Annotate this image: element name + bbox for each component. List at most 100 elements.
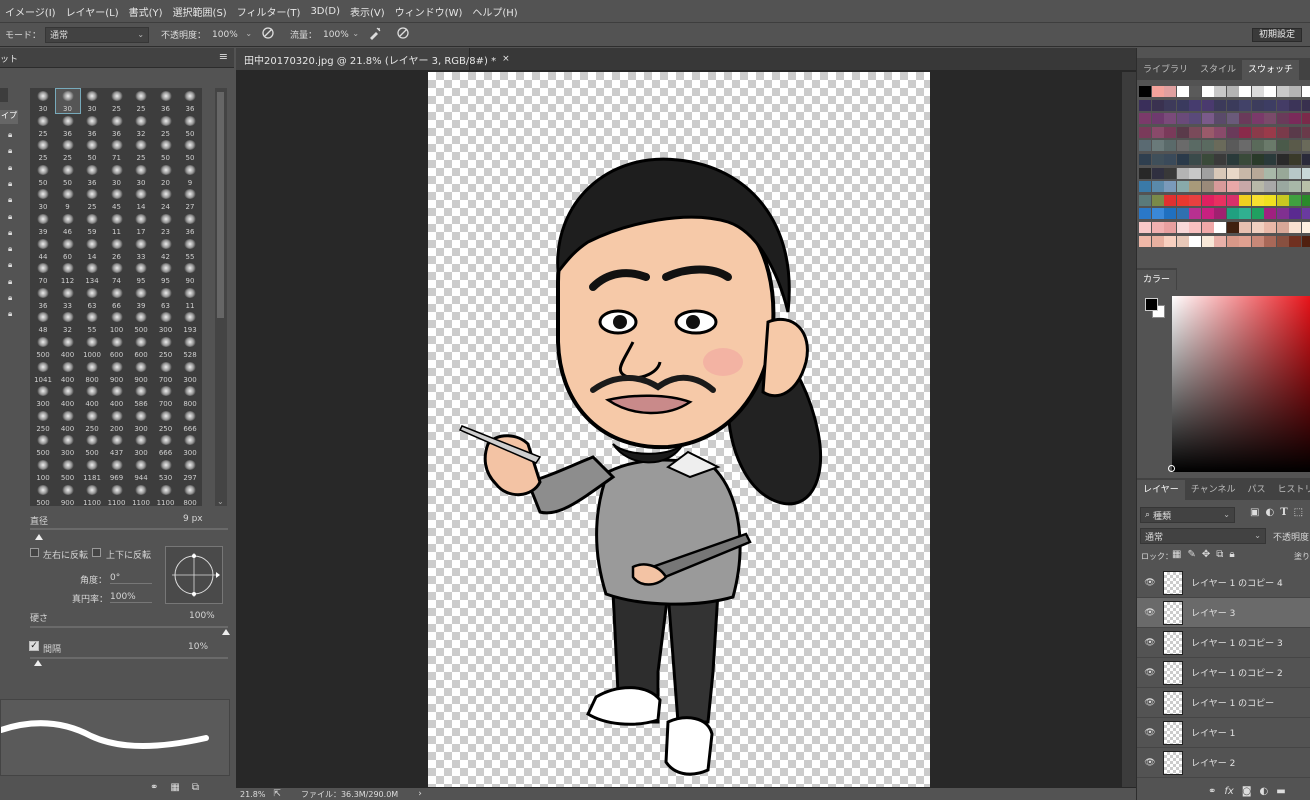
- swatch[interactable]: [1301, 235, 1310, 247]
- type-filter-icon[interactable]: T: [1280, 507, 1287, 521]
- brush-grid-scroll-thumb[interactable]: [217, 92, 224, 318]
- adjustment-icon[interactable]: ◐: [1260, 786, 1269, 800]
- swatch[interactable]: [1214, 140, 1226, 152]
- lock-icon[interactable]: 🔒︎: [8, 277, 12, 287]
- swatch[interactable]: [1264, 140, 1276, 152]
- brush-preset[interactable]: 600: [129, 335, 153, 359]
- brush-preset[interactable]: 50: [80, 138, 104, 162]
- brush-preset[interactable]: 55: [80, 310, 104, 334]
- brush-preset[interactable]: 17: [129, 212, 153, 236]
- brush-preset[interactable]: 800: [80, 360, 104, 384]
- swatch[interactable]: [1164, 194, 1176, 206]
- swatch[interactable]: [1164, 235, 1176, 247]
- brush-preset[interactable]: 9: [56, 187, 80, 211]
- share-icon[interactable]: ⇱: [273, 789, 281, 799]
- swatch[interactable]: [1164, 140, 1176, 152]
- layer-row[interactable]: 👁︎ レイヤー 1 のコピー: [1137, 688, 1310, 718]
- brush-preset[interactable]: 1181: [80, 458, 104, 482]
- swatch[interactable]: [1251, 235, 1264, 247]
- brush-preset[interactable]: 45: [105, 187, 129, 211]
- brush-preset[interactable]: 500: [129, 310, 153, 334]
- swatch[interactable]: [1264, 194, 1276, 206]
- brush-preset[interactable]: 50: [154, 138, 178, 162]
- swatch[interactable]: [1289, 113, 1301, 125]
- spacing-slider[interactable]: [30, 657, 228, 659]
- brush-tip-shape-tab[interactable]: イプ: [0, 110, 18, 124]
- swatch[interactable]: [1251, 208, 1264, 220]
- swatch[interactable]: [1176, 154, 1189, 165]
- swatch[interactable]: [1301, 140, 1310, 152]
- tab-paths[interactable]: パス: [1241, 480, 1271, 500]
- brush-preset[interactable]: 666: [154, 433, 178, 457]
- brush-preset[interactable]: 59: [80, 212, 104, 236]
- swatch[interactable]: [1164, 126, 1176, 138]
- swatch[interactable]: [1214, 99, 1226, 111]
- brush-preset[interactable]: 25: [56, 138, 80, 162]
- brush-preset[interactable]: 400: [56, 360, 80, 384]
- brush-preset[interactable]: 400: [56, 409, 80, 433]
- brush-preset[interactable]: 586: [129, 384, 153, 408]
- swatch[interactable]: [1214, 181, 1226, 193]
- brush-preset[interactable]: 32: [56, 310, 80, 334]
- brush-preset[interactable]: 33: [129, 237, 153, 261]
- layer-row[interactable]: 👁︎ レイヤー 3: [1137, 598, 1310, 628]
- swatch[interactable]: [1301, 181, 1310, 193]
- brush-angle-preview[interactable]: [165, 546, 223, 604]
- swatch[interactable]: [1189, 167, 1201, 179]
- swatch[interactable]: [1139, 194, 1151, 206]
- swatch[interactable]: [1239, 222, 1251, 233]
- swatch[interactable]: [1164, 222, 1176, 233]
- brush-preset[interactable]: 44: [31, 237, 55, 261]
- swatch[interactable]: [1251, 99, 1264, 111]
- brush-preset[interactable]: 63: [154, 286, 178, 310]
- brush-preset[interactable]: 1100: [80, 483, 104, 507]
- swatch[interactable]: [1276, 154, 1289, 165]
- color-picker-cursor[interactable]: [1168, 465, 1175, 472]
- swatch[interactable]: [1176, 113, 1189, 125]
- swatch[interactable]: [1276, 113, 1289, 125]
- swatch[interactable]: [1176, 222, 1189, 233]
- swatch[interactable]: [1289, 208, 1301, 220]
- swatch[interactable]: [1226, 194, 1239, 206]
- brush-preset[interactable]: 528: [178, 335, 202, 359]
- brush-preset[interactable]: 36: [154, 89, 178, 113]
- swatch[interactable]: [1264, 99, 1276, 111]
- swatch[interactable]: [1276, 126, 1289, 138]
- brush-preset[interactable]: 36: [56, 114, 80, 138]
- swatch[interactable]: [1251, 86, 1264, 97]
- swatch[interactable]: [1139, 208, 1151, 220]
- brush-preset[interactable]: 90: [178, 261, 202, 285]
- swatch[interactable]: [1239, 86, 1251, 97]
- new-preset-icon[interactable]: ⧉: [192, 782, 199, 796]
- swatch[interactable]: [1301, 167, 1310, 179]
- lock-icon[interactable]: 🔒︎: [8, 212, 12, 222]
- layer-row[interactable]: 👁︎ レイヤー 1 のコピー 2: [1137, 658, 1310, 688]
- swatch[interactable]: [1239, 154, 1251, 165]
- swatch[interactable]: [1189, 113, 1201, 125]
- swatch[interactable]: [1264, 222, 1276, 233]
- swatch[interactable]: [1239, 208, 1251, 220]
- brush-preset[interactable]: 300: [31, 384, 55, 408]
- swatch[interactable]: [1201, 167, 1214, 179]
- swatch[interactable]: [1226, 99, 1239, 111]
- opacity-input[interactable]: 100% ⌄: [208, 27, 256, 43]
- link-icon[interactable]: ⚭: [1208, 786, 1216, 800]
- swatch[interactable]: [1301, 208, 1310, 220]
- swatch[interactable]: [1214, 208, 1226, 220]
- brush-preset[interactable]: 1100: [129, 483, 153, 507]
- brush-preset[interactable]: 900: [129, 360, 153, 384]
- lock-icon[interactable]: 🔒︎: [8, 195, 12, 205]
- brush-preset[interactable]: 20: [154, 163, 178, 187]
- visibility-eye-icon[interactable]: 👁︎: [1143, 698, 1157, 708]
- lock-icon[interactable]: 🔒︎: [8, 146, 12, 156]
- brush-preset[interactable]: 95: [154, 261, 178, 285]
- swatch[interactable]: [1289, 154, 1301, 165]
- swatch[interactable]: [1276, 235, 1289, 247]
- brush-preset[interactable]: 400: [105, 384, 129, 408]
- swatch[interactable]: [1139, 140, 1151, 152]
- brush-preset[interactable]: 63: [80, 286, 104, 310]
- brush-preset[interactable]: 48: [31, 310, 55, 334]
- swatch[interactable]: [1276, 99, 1289, 111]
- menu-item[interactable]: 3D(D): [305, 6, 345, 17]
- brush-grid-scrollbar[interactable]: ⌄: [215, 88, 227, 506]
